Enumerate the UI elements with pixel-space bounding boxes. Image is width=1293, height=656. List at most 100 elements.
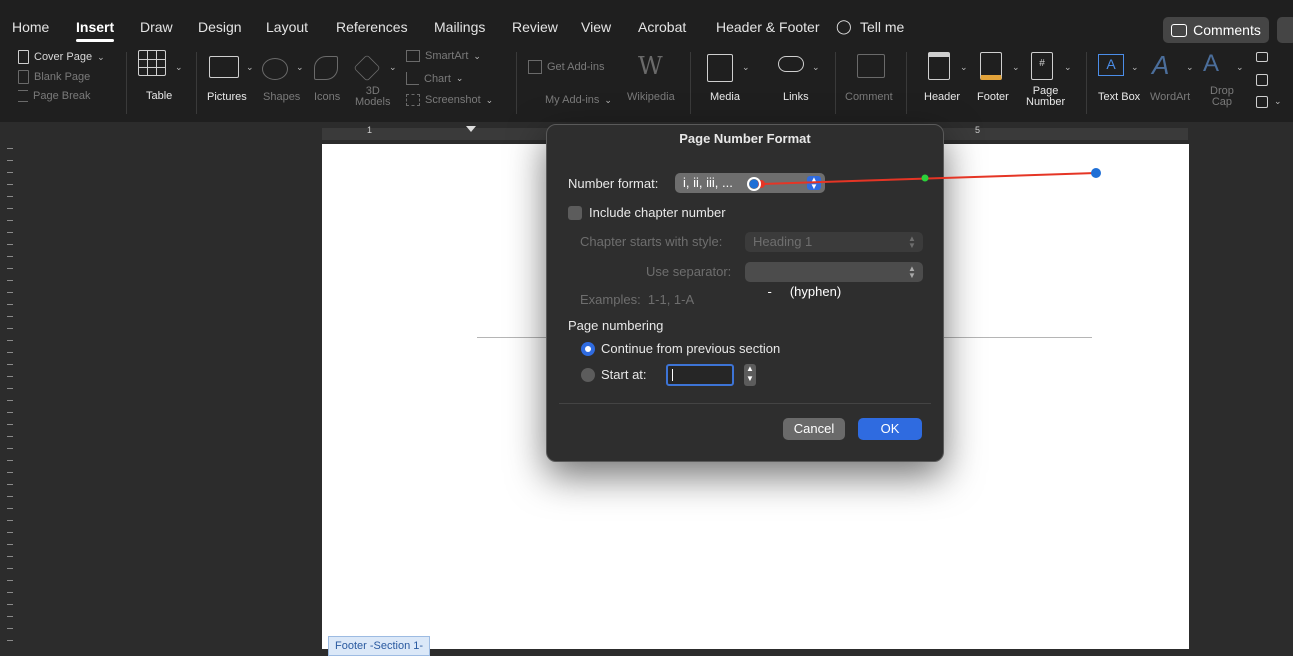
ruler-tick <box>7 496 13 497</box>
shapes-icon[interactable] <box>262 58 288 80</box>
include-chapter-checkbox[interactable] <box>568 206 582 220</box>
chevron-down-icon: ⌄ <box>960 62 968 72</box>
media-icon[interactable] <box>707 54 733 82</box>
chevron-down-icon: ⌄ <box>1012 62 1020 72</box>
tab-acrobat[interactable]: Acrobat <box>638 19 686 35</box>
ruler-tick <box>7 184 13 185</box>
my-addins-button[interactable]: My Add-ins ⌄ <box>528 94 612 106</box>
cube-icon[interactable] <box>353 54 381 82</box>
ruler-tick <box>7 460 13 461</box>
page-number-icon[interactable]: # <box>1031 52 1053 80</box>
ruler-tick <box>7 316 13 317</box>
table-button[interactable]: Table <box>146 90 172 102</box>
blank-page-button[interactable]: Blank Page <box>18 70 90 84</box>
ruler-tick <box>7 484 13 485</box>
chapter-style-label: Chapter starts with style: <box>580 234 723 249</box>
chevron-down-icon: ⌄ <box>485 94 494 105</box>
tab-mailings[interactable]: Mailings <box>434 19 485 35</box>
tab-draw[interactable]: Draw <box>140 19 173 35</box>
vertical-ruler[interactable] <box>0 144 16 649</box>
indent-marker-icon[interactable] <box>466 126 476 132</box>
start-at-stepper[interactable]: ▲ ▼ <box>744 364 756 386</box>
footer-button[interactable]: Footer <box>977 91 1009 103</box>
wordart-button[interactable]: WordArt <box>1150 91 1190 103</box>
chevron-down-icon: ⌄ <box>97 51 105 62</box>
cancel-button[interactable]: Cancel <box>783 418 845 440</box>
page-number-button[interactable]: Page Number <box>1026 86 1065 108</box>
ruler-tick <box>7 232 13 233</box>
ruler-tick <box>7 304 13 305</box>
share-button[interactable] <box>1277 17 1293 43</box>
examples-label: Examples: 1-1, 1-A <box>580 292 695 307</box>
pictures-button[interactable]: Pictures <box>207 91 247 103</box>
dialog-title: Page Number Format <box>679 131 811 146</box>
chevron-down-icon: ⌄ <box>455 73 464 83</box>
tab-view[interactable]: View <box>581 19 611 35</box>
ruler-tick <box>7 424 13 425</box>
screenshot-button[interactable]: Screenshot ⌄ <box>406 94 493 106</box>
start-at-radio[interactable] <box>581 368 595 382</box>
separator-label: Use separator: <box>646 264 732 279</box>
wikipedia-icon[interactable]: W <box>638 52 663 80</box>
tab-references[interactable]: References <box>336 19 408 35</box>
chevron-down-icon: ⌄ <box>1236 62 1244 72</box>
ok-button[interactable]: OK <box>858 418 922 440</box>
document-icon <box>18 50 29 64</box>
text-box-button[interactable]: Text Box <box>1098 91 1140 103</box>
wordart-icon[interactable]: A <box>1152 50 1169 81</box>
tab-review[interactable]: Review <box>512 19 558 35</box>
pictures-icon[interactable] <box>209 56 239 78</box>
chevron-down-icon: ⌄ <box>473 50 481 61</box>
start-at-input[interactable] <box>666 364 734 386</box>
ribbon-tabs: Home Insert Draw Design Layout Reference… <box>0 0 1293 44</box>
chapter-style-select[interactable]: Heading 1 ▲ ▼ <box>745 232 923 252</box>
links-button[interactable]: Links <box>783 91 809 103</box>
smartart-button[interactable]: SmartArt ⌄ <box>406 50 481 62</box>
header-button[interactable]: Header <box>924 91 960 103</box>
cover-page-button[interactable]: Cover Page ⌄ <box>18 50 105 64</box>
continue-radio[interactable] <box>581 342 595 356</box>
drop-cap-button[interactable]: Drop Cap <box>1210 86 1234 108</box>
comment-icon[interactable] <box>857 54 885 78</box>
comments-button[interactable]: Comments <box>1163 17 1269 43</box>
store-icon <box>528 60 542 74</box>
tab-design[interactable]: Design <box>198 19 242 35</box>
tab-layout[interactable]: Layout <box>266 19 308 35</box>
drop-cap-icon[interactable]: A <box>1203 50 1219 78</box>
media-button[interactable]: Media <box>710 91 740 103</box>
ruler-tick <box>7 388 13 389</box>
tab-header-footer[interactable]: Header & Footer <box>716 19 820 35</box>
wikipedia-button[interactable]: Wikipedia <box>627 91 675 103</box>
number-format-value: i, ii, iii, ... <box>683 175 733 190</box>
signature-line-icon[interactable] <box>1256 52 1268 62</box>
tab-tell-me[interactable]: Tell me <box>860 19 904 35</box>
shapes-button[interactable]: Shapes <box>263 91 300 103</box>
comment-button[interactable]: Comment <box>845 91 893 103</box>
separator-select[interactable]: - (hyphen) ▲ ▼ <box>745 262 923 299</box>
tab-home[interactable]: Home <box>12 19 49 35</box>
date-time-icon[interactable] <box>1256 74 1268 86</box>
start-at-label: Start at: <box>601 367 647 382</box>
chevron-down-icon: ⌄ <box>246 62 254 72</box>
chapter-style-value: Heading 1 <box>753 234 813 249</box>
page-break-button[interactable]: Page Break <box>18 90 90 102</box>
header-icon[interactable] <box>928 52 950 80</box>
tab-insert[interactable]: Insert <box>76 19 115 42</box>
3d-models-button[interactable]: 3D Models <box>355 86 390 108</box>
chart-button[interactable]: Chart ⌄ <box>406 72 463 85</box>
number-format-select[interactable]: i, ii, iii, ... ▲ ▼ <box>675 173 825 193</box>
table-icon[interactable] <box>138 50 166 76</box>
ruler-tick <box>7 532 13 533</box>
select-arrows-icon: ▲ ▼ <box>807 176 821 191</box>
icons-button[interactable]: Icons <box>314 91 340 103</box>
leaf-icon[interactable] <box>314 56 338 80</box>
ruler-tick <box>7 256 13 257</box>
ruler-tick <box>7 400 13 401</box>
link-icon[interactable] <box>778 56 804 72</box>
ruler-number: 5 <box>975 125 981 135</box>
text-box-icon[interactable]: A <box>1098 54 1124 76</box>
get-addins-button[interactable]: Get Add-ins <box>528 60 604 74</box>
footer-icon[interactable] <box>980 52 1002 80</box>
object-icon[interactable] <box>1256 96 1268 108</box>
ruler-tick <box>7 280 13 281</box>
